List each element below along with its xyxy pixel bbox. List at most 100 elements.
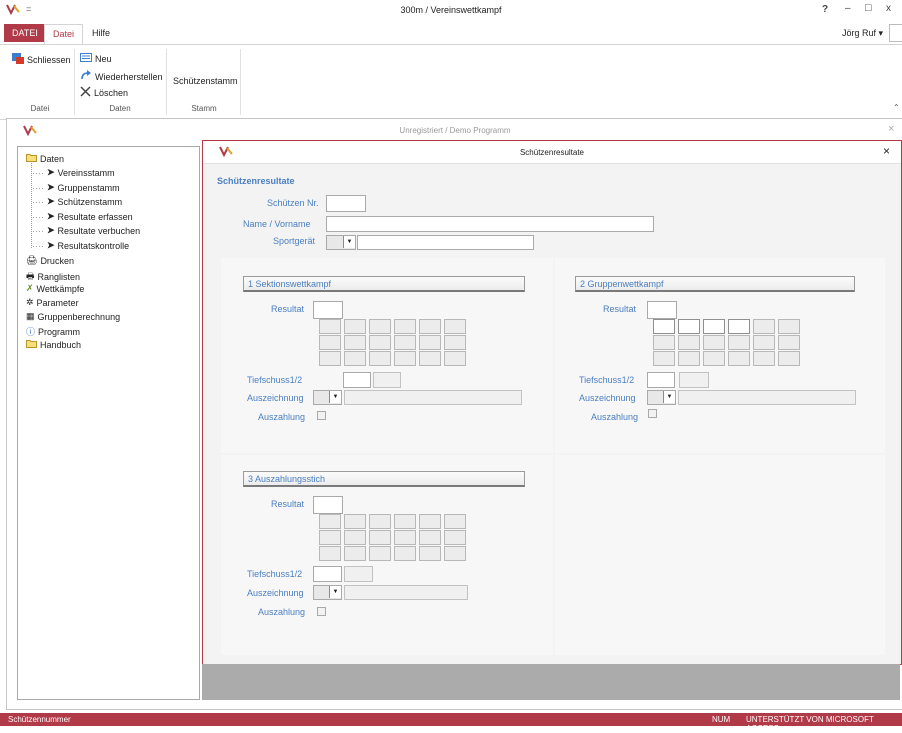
app-window-close-button[interactable]: × — [888, 123, 894, 135]
ribbon-separator — [166, 49, 167, 115]
nav-item-vereinsstamm[interactable]: ···· ➤ Vereinsstamm — [32, 167, 115, 178]
schuetzenresultate-form: Schützenresultate × Schützenresultate Sc… — [202, 140, 902, 665]
nav-item-wettkaempfe[interactable]: ✗ Wettkämpfe — [26, 283, 84, 294]
schliessen-button[interactable]: Schliessen — [12, 53, 71, 66]
chevron-down-icon: ▼ — [329, 586, 341, 598]
auszeichnung-dropdown-2[interactable]: ▼ — [647, 390, 676, 405]
auszahlung-checkbox-2[interactable] — [648, 409, 657, 418]
delete-x-icon — [80, 86, 91, 99]
nav-item-drucken[interactable]: 🖨 Drucken — [26, 255, 74, 266]
arrow-icon: ➤ — [47, 182, 55, 192]
app-window-title: Unregistriert / Demo Programm — [399, 126, 511, 135]
restore-button[interactable]: □ — [865, 2, 872, 14]
resultat-input-2[interactable] — [647, 301, 677, 319]
nav-item-handbuch[interactable]: Handbuch — [26, 339, 81, 350]
ribbon-tab-bar: DATEI Datei Hilfe Jörg Ruf ▾ — [0, 24, 902, 44]
loeschen-button[interactable]: Löschen — [80, 86, 128, 99]
tiefschuss-1-input[interactable] — [343, 372, 371, 388]
tab-file-backstage[interactable]: DATEI — [4, 24, 46, 42]
tiefschuss-2-input[interactable] — [679, 372, 709, 388]
printer-icon: 🖨 — [26, 255, 38, 265]
section-header-2: 2 Gruppenwettkampf — [575, 276, 855, 292]
form-title: Schützenresultate — [519, 148, 585, 157]
ribbon: Schliessen Neu Wiederherstellen Löschen … — [0, 44, 902, 120]
nav-item-resultate-erfassen[interactable]: ···· ➤ Resultate erfassen — [32, 211, 133, 222]
schuetzenstamm-button[interactable]: Schützenstamm — [173, 76, 238, 86]
arrow-icon: ➤ — [47, 240, 55, 250]
form-close-button[interactable]: × — [883, 144, 890, 158]
close-form-icon — [12, 53, 24, 66]
tiefschuss-label: Tiefschuss1/2 — [247, 569, 303, 579]
section-gruppenwettkampf: 2 Gruppenwettkampf Resultat Tiefschuss1/… — [555, 258, 885, 453]
auszeichnung-label: Auszeichnung — [247, 588, 304, 598]
gear-icon: ✲ — [26, 297, 34, 307]
neu-button[interactable]: Neu — [80, 53, 112, 64]
ribbon-separator — [74, 49, 75, 115]
auszeichnung-label: Auszeichnung — [247, 393, 304, 403]
group-label-daten: Daten — [109, 104, 131, 113]
tab-datei[interactable]: Datei — [44, 24, 84, 44]
nav-item-schuetzenstamm[interactable]: ···· ➤ Schützenstamm — [32, 196, 122, 207]
auszeichnung-field-1 — [344, 390, 522, 405]
group-label-stamm: Stamm — [191, 104, 217, 113]
group-label-datei: Datei — [30, 104, 50, 113]
tiefschuss-2-input[interactable] — [344, 566, 373, 582]
arrow-icon: ➤ — [47, 225, 55, 235]
wiederherstellen-button[interactable]: Wiederherstellen — [80, 70, 163, 83]
ribbon-separator — [240, 49, 241, 115]
nav-item-gruppenberechnung[interactable]: ▦ Gruppenberechnung — [26, 311, 120, 322]
new-record-icon — [80, 53, 92, 64]
chevron-down-icon: ▼ — [343, 236, 355, 248]
arrow-icon: ➤ — [47, 167, 55, 177]
tab-hilfe[interactable]: Hilfe — [84, 24, 118, 42]
calculator-icon: ▦ — [26, 311, 35, 321]
section-sektionswettkampf: 1 Sektionswettkampf Resultat Tiefschuss1… — [221, 258, 553, 453]
chevron-down-icon: ▼ — [329, 391, 341, 403]
sportgeraet-dropdown[interactable]: ▼ — [326, 235, 356, 250]
resultat-label: Resultat — [271, 499, 305, 509]
name-input[interactable] — [326, 216, 654, 232]
nav-item-resultate-verbuchen[interactable]: ···· ➤ Resultate verbuchen — [32, 225, 140, 236]
auszeichnung-label: Auszeichnung — [579, 393, 636, 403]
help-button[interactable]: ? — [822, 4, 828, 15]
nav-item-gruppenstamm[interactable]: ···· ➤ Gruppenstamm — [32, 182, 120, 193]
auszeichnung-field-3 — [344, 585, 468, 600]
section-auszahlungsstich: 3 Auszahlungsstich Resultat Tiefschuss1/… — [221, 455, 553, 655]
schuetzen-nr-input[interactable] — [326, 195, 366, 212]
schuetzen-nr-label: Schützen Nr. — [267, 198, 319, 208]
auszahlung-label: Auszahlung — [258, 607, 306, 617]
tiefschuss-1-input[interactable] — [647, 372, 675, 388]
navigation-tree: Daten ···· ➤ Vereinsstamm ···· ➤ Gruppenstam… — [17, 146, 200, 700]
title-bar: = 300m / Vereinswettkampf ? – □ x — [0, 0, 902, 22]
auszahlung-checkbox-3[interactable] — [317, 607, 326, 616]
resultat-input-1[interactable] — [313, 301, 343, 319]
auszeichnung-dropdown-3[interactable]: ▼ — [313, 585, 342, 600]
arrow-icon: ➤ — [47, 211, 55, 221]
window-title: 300m / Vereinswettkampf — [400, 5, 502, 15]
nav-item-programm[interactable]: ⓘ Programm — [26, 325, 80, 338]
account-picture[interactable] — [889, 24, 902, 42]
tiefschuss-1-input[interactable] — [313, 566, 342, 582]
info-icon: ⓘ — [26, 327, 36, 337]
close-button[interactable]: x — [886, 3, 891, 14]
refresh-icon — [80, 70, 92, 83]
chevron-down-icon: ▼ — [663, 391, 675, 403]
status-bar: Schützennummer NUM UNTERSTÜTZT VON MICRO… — [0, 713, 902, 733]
auszeichnung-dropdown-1[interactable]: ▼ — [313, 390, 342, 405]
resultat-input-3[interactable] — [313, 496, 343, 514]
nav-item-resultatskontrolle[interactable]: ···· ➤ Resultatskontrolle — [32, 240, 129, 251]
tiefschuss-label: Tiefschuss1/2 — [247, 375, 303, 385]
arrow-icon: ➤ — [47, 196, 55, 206]
tiefschuss-label: Tiefschuss1/2 — [579, 375, 635, 385]
minimize-button[interactable]: – — [845, 3, 851, 14]
user-name[interactable]: Jörg Ruf ▾ — [842, 28, 883, 39]
resultat-label: Resultat — [603, 304, 637, 314]
tiefschuss-2-input[interactable] — [373, 372, 401, 388]
resultat-label: Resultat — [271, 304, 305, 314]
auszahlung-label: Auszahlung — [258, 412, 306, 422]
form-titlebar: Schützenresultate × — [203, 141, 901, 164]
sportgeraet-name-field — [357, 235, 534, 250]
nav-item-parameter[interactable]: ✲ Parameter — [26, 297, 79, 308]
collapse-ribbon-icon[interactable]: ⌃ — [893, 103, 900, 112]
auszahlung-checkbox-1[interactable] — [317, 411, 326, 420]
